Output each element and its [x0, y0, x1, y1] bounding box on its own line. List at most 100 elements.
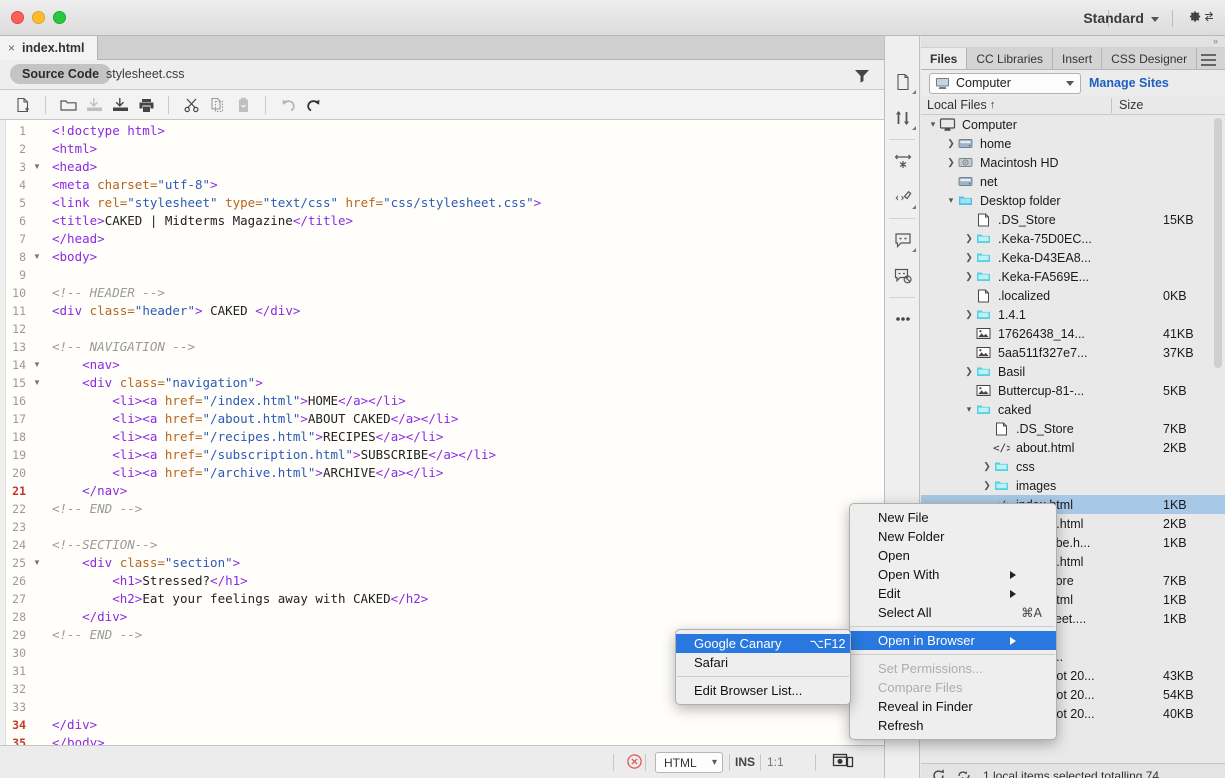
- manage-sites-link[interactable]: Manage Sites: [1089, 76, 1169, 90]
- file-tree-row[interactable]: ❯ Macintosh HD: [921, 153, 1225, 172]
- code-line-content[interactable]: <nav>: [44, 356, 542, 374]
- code-line-content[interactable]: [44, 518, 542, 536]
- code-line-content[interactable]: </body>: [44, 734, 542, 745]
- new-document-button[interactable]: [10, 93, 36, 117]
- column-local-files[interactable]: Local Files ↑: [927, 98, 995, 112]
- rail-remove-comment-button[interactable]: [885, 258, 921, 294]
- code-line-content[interactable]: [44, 698, 542, 716]
- file-tree-row[interactable]: 5aa511f327e7... 37KB: [921, 343, 1225, 362]
- file-tree-row[interactable]: ▾ Computer: [921, 115, 1225, 134]
- code-fold-toggle-icon[interactable]: ▼: [30, 248, 44, 266]
- chevron-right-icon[interactable]: ❯: [981, 461, 993, 472]
- code-fold-toggle-icon[interactable]: ▼: [30, 554, 44, 572]
- file-tree-scrollbar[interactable]: [1214, 118, 1222, 368]
- filter-button[interactable]: [854, 68, 870, 83]
- code-line-content[interactable]: [44, 662, 542, 680]
- menu-item-select-all[interactable]: Select All ⌘A: [850, 603, 1056, 622]
- file-tree-row[interactable]: ▾ caked: [921, 400, 1225, 419]
- cut-button[interactable]: [178, 93, 204, 117]
- menu-item-new-folder[interactable]: New Folder: [850, 527, 1056, 546]
- code-line-content[interactable]: <link rel="stylesheet" type="text/css" h…: [44, 194, 542, 212]
- error-indicator-button[interactable]: [626, 753, 643, 770]
- document-tab-index-html[interactable]: × index.html: [0, 36, 98, 60]
- menu-item-open[interactable]: Open: [850, 546, 1056, 565]
- undo-button[interactable]: [275, 93, 301, 117]
- code-line-content[interactable]: <!doctype html>: [44, 122, 542, 140]
- chevron-right-icon[interactable]: ❯: [963, 366, 975, 377]
- file-tree-row[interactable]: ❯ .Keka-D43EA8...: [921, 248, 1225, 267]
- chevron-right-icon[interactable]: ❯: [963, 252, 975, 263]
- redo-button[interactable]: [301, 93, 327, 117]
- menu-item-refresh[interactable]: Refresh: [850, 716, 1056, 735]
- panel-tab-files[interactable]: Files: [921, 48, 968, 69]
- code-line-content[interactable]: <li><a href="/subscription.html">SUBSCRI…: [44, 446, 542, 464]
- copy-button[interactable]: [204, 93, 230, 117]
- chevron-down-icon[interactable]: ▾: [963, 404, 975, 415]
- sync-check-icon[interactable]: [956, 768, 973, 778]
- code-line-content[interactable]: [44, 320, 542, 338]
- browser-menu-item-safari[interactable]: Safari: [676, 653, 850, 672]
- refresh-icon[interactable]: [931, 768, 946, 778]
- code-line-content[interactable]: <body>: [44, 248, 542, 266]
- chevron-down-icon[interactable]: ▾: [927, 119, 939, 130]
- file-tree-row[interactable]: ❯ .Keka-FA569E...: [921, 267, 1225, 286]
- code-line-content[interactable]: <div class="section">: [44, 554, 542, 572]
- code-line-content[interactable]: </nav>: [44, 482, 542, 500]
- code-line-content[interactable]: <li><a href="/recipes.html">RECIPES</a><…: [44, 428, 542, 446]
- rail-more-button[interactable]: [885, 301, 921, 337]
- code-line-content[interactable]: <!-- END -->: [44, 626, 542, 644]
- live-preview-button[interactable]: [832, 752, 854, 772]
- tab-source-code[interactable]: Source Code: [10, 64, 112, 84]
- code-line-content[interactable]: <li><a href="/about.html">ABOUT CAKED</a…: [44, 410, 542, 428]
- code-line-content[interactable]: <meta charset="utf-8">: [44, 176, 542, 194]
- chevron-right-icon[interactable]: ❯: [963, 309, 975, 320]
- rail-code-format-button[interactable]: [885, 179, 921, 215]
- code-line-content[interactable]: <div class="navigation">: [44, 374, 542, 392]
- tab-stylesheet-css[interactable]: stylesheet.css: [106, 67, 185, 81]
- file-tree-row[interactable]: ❯ 1.4.1: [921, 305, 1225, 324]
- file-tree-row[interactable]: net: [921, 172, 1225, 191]
- rail-get-put-button[interactable]: [885, 100, 921, 136]
- chevron-right-icon[interactable]: ❯: [963, 271, 975, 282]
- get-file-button[interactable]: [81, 93, 107, 117]
- print-button[interactable]: [133, 93, 159, 117]
- rail-expand-button[interactable]: [885, 143, 921, 179]
- file-tree-row[interactable]: Buttercup-81-... 5KB: [921, 381, 1225, 400]
- file-tree-row[interactable]: ▾ Desktop folder: [921, 191, 1225, 210]
- menu-item-open-with[interactable]: Open With: [850, 565, 1056, 584]
- file-tree-row[interactable]: ❯ css: [921, 457, 1225, 476]
- file-tree-row[interactable]: ❯ home: [921, 134, 1225, 153]
- code-line-content[interactable]: <!-- NAVIGATION -->: [44, 338, 542, 356]
- code-fold-toggle-icon[interactable]: ▼: [30, 158, 44, 176]
- chevron-right-icon[interactable]: ❯: [945, 138, 957, 149]
- file-tree-row[interactable]: .localized 0KB: [921, 286, 1225, 305]
- code-line-content[interactable]: </head>: [44, 230, 542, 248]
- file-tree-row[interactable]: ❯ Basil: [921, 362, 1225, 381]
- code-line-content[interactable]: <li><a href="/archive.html">ARCHIVE</a><…: [44, 464, 542, 482]
- panel-tab-css-designer[interactable]: CSS Designer: [1102, 48, 1198, 69]
- preferences-button[interactable]: [1187, 9, 1215, 24]
- close-icon[interactable]: ×: [8, 41, 15, 55]
- code-line-content[interactable]: <html>: [44, 140, 542, 158]
- menu-item-new-file[interactable]: New File: [850, 508, 1056, 527]
- chevron-down-icon[interactable]: ▾: [945, 195, 957, 206]
- rail-file-management-button[interactable]: [885, 64, 921, 100]
- close-window-button[interactable]: [11, 11, 24, 24]
- code-line-content[interactable]: <!-- HEADER -->: [44, 284, 542, 302]
- file-tree-row[interactable]: .DS_Store 15KB: [921, 210, 1225, 229]
- menu-item-reveal-in-finder[interactable]: Reveal in Finder: [850, 697, 1056, 716]
- rail-apply-comment-button[interactable]: [885, 222, 921, 258]
- code-fold-toggle-icon[interactable]: ▼: [30, 374, 44, 392]
- menu-item-open-in-browser[interactable]: Open in Browser: [850, 631, 1056, 650]
- open-folder-button[interactable]: [55, 93, 81, 117]
- site-select[interactable]: Computer: [929, 72, 1081, 94]
- code-line-content[interactable]: <div class="header"> CAKED </div>: [44, 302, 542, 320]
- code-line-content[interactable]: [44, 266, 542, 284]
- code-line-content[interactable]: <h2>Eat your feelings away with CAKED</h…: [44, 590, 542, 608]
- browser-menu-item-google-canary[interactable]: Google Canary ⌥F12: [676, 634, 850, 653]
- expand-panel-icon[interactable]: »: [1213, 36, 1218, 46]
- file-tree-row[interactable]: ❯ .Keka-75D0EC...: [921, 229, 1225, 248]
- menu-item-edit[interactable]: Edit: [850, 584, 1056, 603]
- put-file-button[interactable]: [107, 93, 133, 117]
- workspace-switcher[interactable]: Standard: [1073, 8, 1163, 28]
